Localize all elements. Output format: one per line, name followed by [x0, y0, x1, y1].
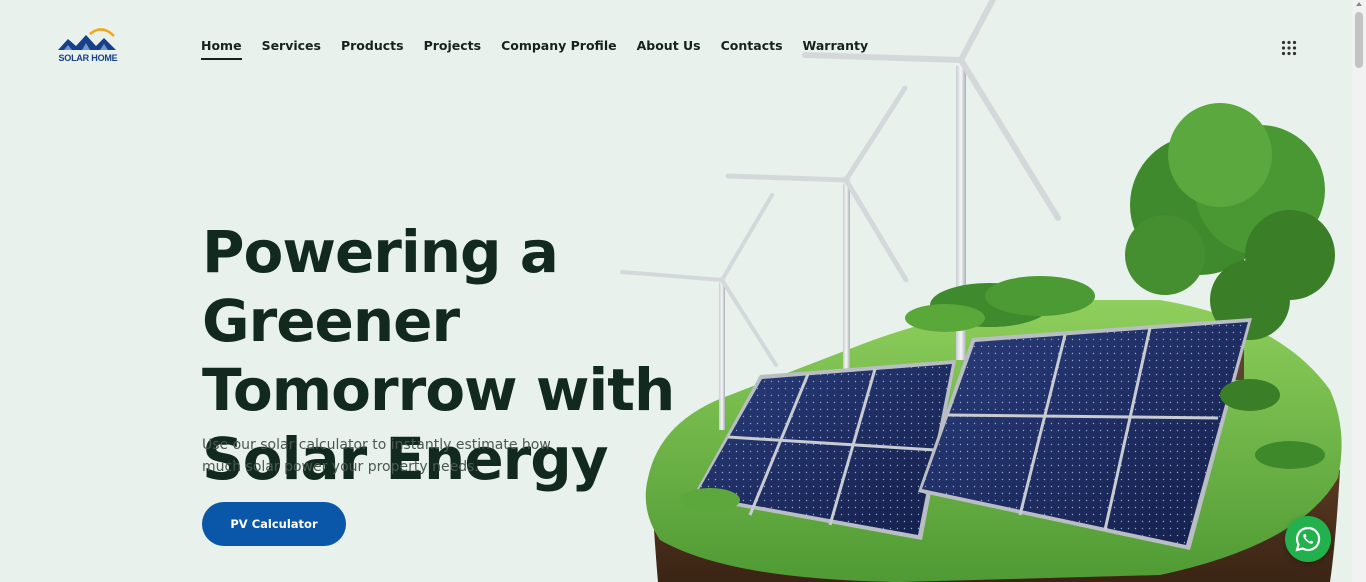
page-scrollbar[interactable] [1352, 0, 1366, 582]
wind-turbine-medium [725, 85, 909, 380]
whatsapp-chat-button[interactable] [1285, 516, 1331, 562]
hero-illustration [620, 0, 1342, 582]
house-sun-logo-icon [58, 28, 116, 50]
brand-name: SOLAR HOME [58, 53, 118, 63]
scroll-up-arrow-icon[interactable] [1356, 2, 1362, 6]
nav-item-home[interactable]: Home [201, 38, 242, 60]
nav-item-projects[interactable]: Projects [424, 38, 482, 60]
nav-item-products[interactable]: Products [341, 38, 404, 60]
whatsapp-icon [1295, 526, 1321, 552]
brand-logo[interactable]: SOLAR HOME [56, 26, 120, 66]
hero-subtitle: Use our solar calculator to instantly es… [202, 437, 551, 475]
nav-item-services[interactable]: Services [262, 38, 321, 60]
page: SOLAR HOME Home Services Products Projec… [0, 0, 1366, 582]
pv-calculator-button[interactable]: PV Calculator [202, 502, 346, 546]
scrollbar-thumb[interactable] [1355, 12, 1363, 68]
